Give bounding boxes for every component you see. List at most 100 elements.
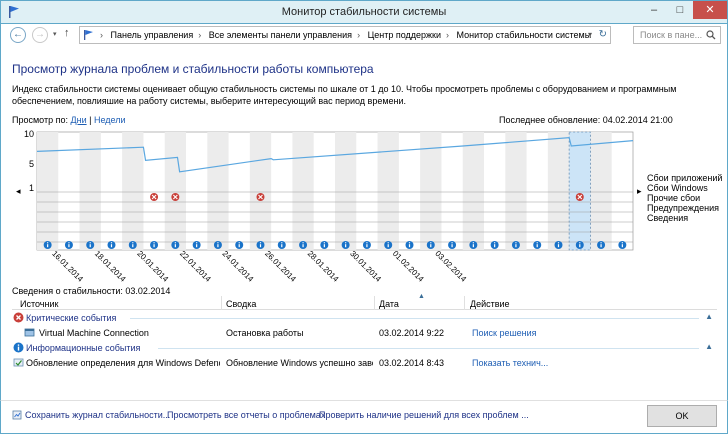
- column-divider[interactable]: [221, 296, 222, 310]
- group-divider: [130, 318, 699, 319]
- info-icon-stem: [451, 244, 453, 248]
- chart-column-shade: [207, 132, 229, 250]
- window-title: Монитор стабильности системы: [281, 6, 447, 18]
- view-all-reports-link[interactable]: Просмотреть все отчеты о проблемах: [167, 410, 325, 420]
- search-icon[interactable]: [706, 30, 716, 40]
- collapse-icon[interactable]: ▲: [705, 342, 713, 351]
- view-by-weeks-link[interactable]: Недели: [94, 115, 126, 125]
- chart-column-shade: [335, 132, 357, 250]
- info-icon-stem: [579, 244, 581, 248]
- back-button[interactable]: ←: [10, 27, 26, 43]
- recent-pages-dropdown[interactable]: ▾: [53, 30, 57, 38]
- breadcrumb-separator: ›: [100, 30, 103, 40]
- address-dropdown[interactable]: ▾: [588, 30, 592, 39]
- info-icon-dot: [238, 242, 240, 244]
- column-header-summary[interactable]: Сводка: [226, 299, 256, 309]
- event-category-label: Сбои Windows: [647, 183, 708, 193]
- event-category-label: Прочие сбои: [647, 193, 700, 203]
- info-icon-stem: [600, 244, 602, 248]
- scroll-left-arrow[interactable]: ◂: [16, 186, 21, 196]
- breadcrumb-separator: ›: [198, 30, 202, 40]
- save-history-label[interactable]: Сохранить журнал стабильности...: [25, 410, 170, 420]
- breadcrumb-all-items[interactable]: Все элементы панели управления: [209, 30, 352, 40]
- info-icon-stem: [494, 244, 496, 248]
- group-critical-events[interactable]: Критические события ▲: [12, 310, 717, 325]
- column-divider[interactable]: [464, 296, 465, 310]
- breadcrumb-control-panel[interactable]: Панель управления: [111, 30, 194, 40]
- scroll-right-arrow[interactable]: ▸: [637, 186, 642, 196]
- event-category-label: Предупреждения: [647, 203, 719, 213]
- info-icon-stem: [366, 244, 368, 248]
- ok-button[interactable]: OK: [647, 405, 717, 427]
- info-icon-dot: [536, 242, 538, 244]
- view-technical-details-link[interactable]: Показать технич...: [472, 358, 582, 368]
- info-icon-stem: [515, 244, 517, 248]
- control-panel-flag-icon: [84, 30, 93, 40]
- row-summary: Остановка работы: [226, 328, 304, 338]
- info-icon-dot: [259, 242, 262, 244]
- info-icon-dot: [451, 242, 453, 244]
- table-row[interactable]: Virtual Machine Connection Остановка раб…: [12, 325, 717, 340]
- search-input[interactable]: Поиск в пане...: [633, 26, 721, 44]
- info-icon-stem: [153, 244, 155, 248]
- reliability-chart[interactable]: 10 5 1 ◂ ▸ Сбои приложенийСбои WindowsПрочие …: [1, 130, 728, 310]
- check-solution-link[interactable]: Поиск решения: [472, 328, 582, 338]
- info-icon-dot: [323, 242, 325, 244]
- info-icon-dot: [387, 242, 389, 244]
- info-icon-dot: [217, 242, 219, 244]
- info-icon-dot: [515, 242, 517, 244]
- info-icon-stem: [174, 244, 176, 248]
- info-icon-dot: [110, 242, 113, 244]
- address-bar[interactable]: › Панель управления › Все элементы панели…: [79, 26, 611, 44]
- check-all-solutions-link[interactable]: Проверить наличие решений для всех пробл…: [319, 410, 529, 420]
- info-icon-dot: [579, 242, 581, 244]
- table-row[interactable]: Обновление определения для Windows Defen…: [12, 355, 717, 370]
- info-icon-dot: [472, 242, 474, 244]
- refresh-button[interactable]: ↻: [599, 29, 607, 40]
- title-bar: Монитор стабильности системы ‒ □ ✕: [0, 0, 728, 24]
- footer: Сохранить журнал стабильности... Просмот…: [0, 400, 728, 434]
- info-icon-stem: [259, 244, 262, 248]
- view-by-label: Просмотр по:: [12, 115, 68, 125]
- main-content: Просмотр журнала проблем и стабильности …: [0, 46, 728, 400]
- breadcrumb-reliability-monitor[interactable]: Монитор стабильности системы: [457, 30, 592, 40]
- forward-button[interactable]: →: [32, 27, 48, 43]
- info-icon-stem: [281, 244, 283, 248]
- info-icon-dot: [494, 242, 496, 244]
- x-date-label: 28.01.2014: [306, 249, 341, 284]
- group-informational-events[interactable]: Информационные события ▲: [12, 340, 717, 355]
- chart-column-shade: [505, 132, 527, 250]
- info-icon-stem: [196, 244, 198, 248]
- collapse-icon[interactable]: ▲: [705, 312, 713, 321]
- x-date-label: 16.01.2014: [50, 249, 85, 284]
- chart-column-shade: [37, 132, 59, 250]
- close-button[interactable]: ✕: [693, 1, 727, 19]
- info-icon-dot: [281, 242, 283, 244]
- sort-ascending-icon: ▲: [418, 293, 425, 300]
- column-divider[interactable]: [374, 296, 375, 310]
- info-icon-dot: [132, 242, 134, 244]
- breadcrumb: › Панель управления › Все элементы панели…: [100, 30, 591, 40]
- chart-column-shade: [377, 132, 399, 250]
- column-header-action[interactable]: Действие: [470, 299, 510, 309]
- table-header: Источник Сводка Дата ▲ Действие: [12, 293, 717, 310]
- minimize-button[interactable]: ‒: [641, 1, 667, 19]
- info-icon-stem: [557, 244, 560, 248]
- info-icon-dot: [557, 242, 560, 244]
- breadcrumb-action-center[interactable]: Центр поддержки: [368, 30, 441, 40]
- save-history-link[interactable]: Сохранить журнал стабильности...: [12, 410, 170, 420]
- info-icon-dot: [366, 242, 368, 244]
- info-icon-dot: [430, 242, 432, 244]
- view-by-days-link[interactable]: Дни: [71, 115, 87, 125]
- info-icon-dot: [345, 242, 347, 244]
- selected-day-highlight: [568, 131, 591, 251]
- column-header-source[interactable]: Источник: [20, 299, 58, 309]
- column-header-date[interactable]: Дата: [379, 299, 399, 309]
- maximize-button[interactable]: □: [667, 1, 693, 19]
- up-button[interactable]: ↑: [64, 27, 70, 39]
- info-icon-dot: [196, 242, 198, 244]
- info-icon-stem: [345, 244, 347, 248]
- chart-column-shade: [249, 132, 272, 250]
- y-tick-label: 1: [29, 183, 34, 193]
- row-date: 03.02.2014 9:22: [379, 328, 445, 338]
